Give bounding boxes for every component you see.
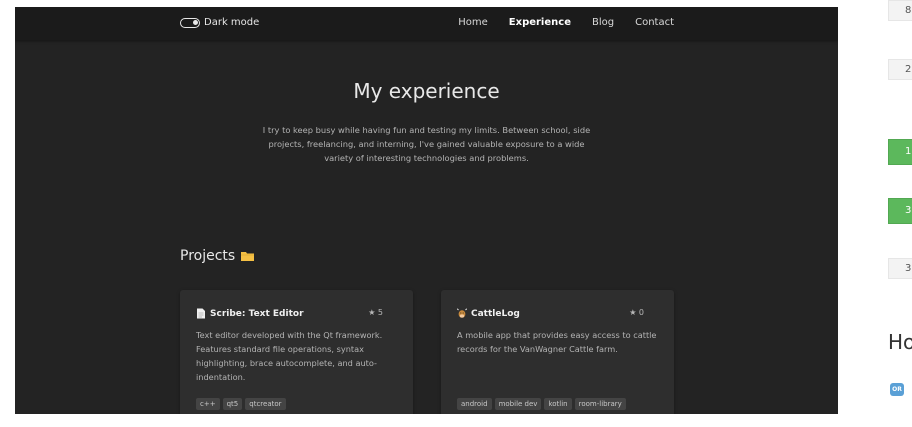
- tag-list: android mobile dev kotlin room-library: [457, 398, 626, 410]
- tag[interactable]: c++: [196, 398, 220, 410]
- star-value: 0: [638, 308, 644, 317]
- nav-links: Home Experience Blog Contact: [437, 17, 674, 28]
- tag-list: c++ qt5 qtcreator: [196, 398, 286, 410]
- tag[interactable]: android: [457, 398, 492, 410]
- hero-description: I try to keep busy while having fun and …: [262, 125, 591, 163]
- card-header: Scribe: Text Editor ★ 5: [196, 308, 397, 322]
- card-title-text: Scribe: Text Editor: [210, 308, 304, 319]
- folder-icon: [241, 252, 255, 261]
- nav-link-experience[interactable]: Experience: [509, 17, 571, 28]
- dark-site-frame: Dark mode Home Experience Blog Contact M…: [15, 7, 838, 414]
- nav-link-contact[interactable]: Contact: [635, 17, 674, 28]
- card-header: CattleLog ★ 0: [457, 308, 658, 322]
- projects-heading: Projects: [180, 248, 255, 264]
- tag[interactable]: qtcreator: [245, 398, 286, 410]
- right-box: 3: [888, 258, 912, 279]
- page-title: My experience: [353, 79, 500, 103]
- tag[interactable]: kotlin: [544, 398, 572, 410]
- nav-link-home[interactable]: Home: [458, 17, 488, 28]
- dark-mode-toggle[interactable]: Dark mode: [180, 17, 259, 28]
- right-box: 2: [888, 59, 912, 80]
- right-green-box[interactable]: 1: [888, 139, 912, 165]
- star-count: ★ 0: [629, 308, 644, 317]
- star-count: ★ 5: [368, 308, 383, 317]
- card-description: Text editor developed with the Qt framew…: [196, 330, 383, 382]
- project-card-scribe[interactable]: Scribe: Text Editor ★ 5 Text editor deve…: [180, 290, 413, 414]
- project-card-cattlelog[interactable]: CattleLog ★ 0 A mobile app that provides…: [441, 290, 674, 414]
- toggle-switch-icon[interactable]: [180, 17, 200, 28]
- nav-link-blog[interactable]: Blog: [592, 17, 614, 28]
- right-box: 8: [888, 0, 912, 21]
- card-title-text: CattleLog: [471, 308, 520, 319]
- right-green-box[interactable]: 3: [888, 198, 912, 224]
- tag[interactable]: mobile dev: [494, 398, 542, 410]
- dark-mode-label: Dark mode: [204, 17, 260, 28]
- card-title[interactable]: Scribe: Text Editor: [196, 308, 397, 319]
- navbar: Dark mode Home Experience Blog Contact: [15, 7, 838, 40]
- projects-title: Projects: [180, 248, 236, 264]
- tag[interactable]: qt5: [222, 398, 243, 410]
- document-icon: [197, 308, 205, 319]
- tag[interactable]: room-library: [574, 398, 626, 410]
- card-title[interactable]: CattleLog: [457, 308, 658, 319]
- right-heading: Ho: [888, 330, 912, 354]
- star-value: 5: [377, 308, 383, 317]
- cow-icon: [457, 308, 467, 318]
- card-description: A mobile app that provides easy access t…: [457, 330, 657, 354]
- chat-badge-icon[interactable]: OR: [890, 383, 904, 396]
